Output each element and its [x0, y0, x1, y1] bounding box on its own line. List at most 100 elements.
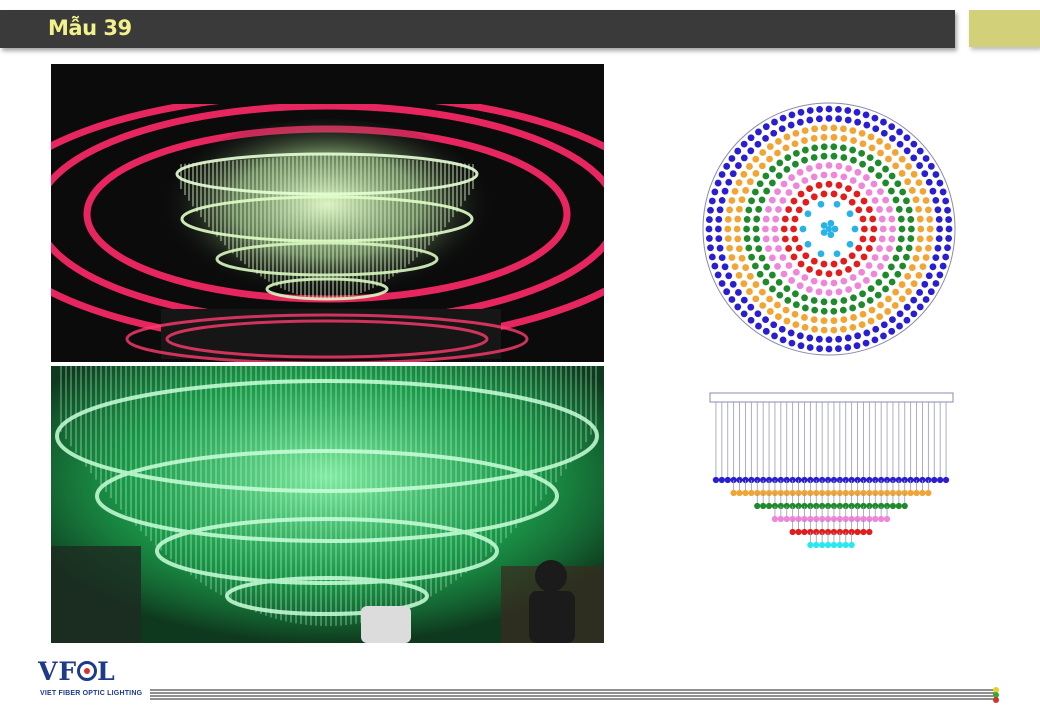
ring-dot [835, 162, 843, 170]
ring-dot [810, 297, 818, 304]
ring-dot [785, 189, 793, 196]
ring-dot [882, 179, 890, 187]
ring-dot [855, 206, 863, 214]
ring-dot [740, 280, 748, 288]
ring-dot [865, 189, 873, 196]
tier-dot [783, 515, 790, 523]
ring-dot [774, 149, 781, 157]
ring-dot [936, 179, 944, 187]
ring-dot [859, 140, 867, 148]
ring-dot [779, 254, 787, 261]
ring-dot [797, 260, 805, 268]
tier-3 [771, 506, 891, 523]
ring-dot [830, 190, 838, 198]
ring-dot [868, 144, 876, 152]
ring-dot [747, 303, 755, 311]
ring-dot [796, 282, 804, 290]
ring-dot [755, 128, 762, 136]
ring-dot [880, 129, 888, 137]
ring-dot [766, 155, 773, 163]
ring-dot [884, 143, 892, 150]
ring-dot [932, 171, 940, 178]
ring-dot [775, 172, 783, 180]
tier-dot [925, 489, 932, 497]
ring-dot [876, 245, 883, 252]
ring-dot [880, 321, 888, 329]
ring-dot [795, 244, 803, 252]
ring-dot [876, 313, 883, 321]
ring-dot [889, 225, 896, 233]
ring-dot [839, 144, 847, 152]
ring-dot [735, 162, 742, 169]
ring-dot [875, 172, 883, 180]
ring-dot [787, 329, 795, 337]
ring-dot [763, 187, 771, 195]
ring-dot [815, 181, 823, 189]
ring-dot [898, 295, 906, 303]
ring-dot [840, 325, 847, 333]
tier-dot [807, 541, 814, 549]
ring-dot [753, 235, 761, 243]
ring-dot [924, 244, 932, 252]
ring-dot [735, 289, 742, 296]
ring-dot [804, 210, 812, 218]
ring-dot [894, 270, 902, 278]
ring-dot [753, 215, 761, 223]
ring-dot [728, 155, 736, 162]
ring-dot [806, 116, 814, 124]
ring-layout-svg [702, 102, 956, 356]
tier-dot [742, 489, 749, 497]
ring-dot [830, 298, 838, 306]
ring-dot [876, 137, 883, 145]
ring-dot [845, 185, 852, 193]
ring-dot [752, 281, 760, 288]
ring-dot [886, 205, 893, 213]
ring-dot [908, 225, 915, 233]
ring-dot [783, 285, 791, 293]
ring-dot [858, 268, 866, 276]
ring-dot [801, 314, 808, 321]
ring-dot [762, 215, 770, 223]
ring-dot [840, 193, 848, 201]
ring-dot [894, 180, 902, 188]
ring-dot [835, 288, 843, 296]
ring-dot [787, 121, 795, 129]
ring-dot [874, 291, 882, 299]
ring-dot [861, 225, 868, 233]
ring-dot [815, 288, 823, 296]
tier-dot [942, 476, 950, 484]
ring-dot [840, 316, 848, 323]
ring-dot [915, 271, 923, 279]
ring-dot [770, 129, 778, 137]
tier-dot [931, 476, 938, 484]
ring-dot [783, 133, 791, 141]
ring-dot [896, 140, 904, 148]
ring-dot [934, 206, 942, 214]
ring-dot [827, 219, 835, 227]
ring-dot [830, 307, 838, 315]
ring-dot [752, 155, 760, 163]
ring-dot [797, 342, 805, 350]
ring-dot [853, 190, 861, 198]
tier-dot [777, 515, 784, 523]
ring-dot [865, 206, 873, 213]
tier-dot [801, 528, 808, 536]
ring-dot [868, 306, 876, 314]
tier-dot [819, 541, 826, 549]
ring-dot [898, 155, 906, 163]
ring-dot [820, 222, 828, 229]
ring-dot [858, 301, 866, 309]
ring-dot [867, 317, 875, 325]
ring-dot [817, 250, 825, 258]
ring-dot [705, 225, 713, 233]
ring-dot [926, 235, 934, 243]
ring-dot [740, 296, 748, 304]
ring-dot [801, 137, 808, 144]
ring-dot [935, 215, 943, 223]
ring-dot [942, 253, 950, 261]
ring-dot [734, 215, 742, 223]
ring-dot [916, 147, 924, 155]
ring-dot [728, 296, 736, 303]
ring-dot [724, 215, 732, 223]
ring-dot [755, 205, 763, 213]
